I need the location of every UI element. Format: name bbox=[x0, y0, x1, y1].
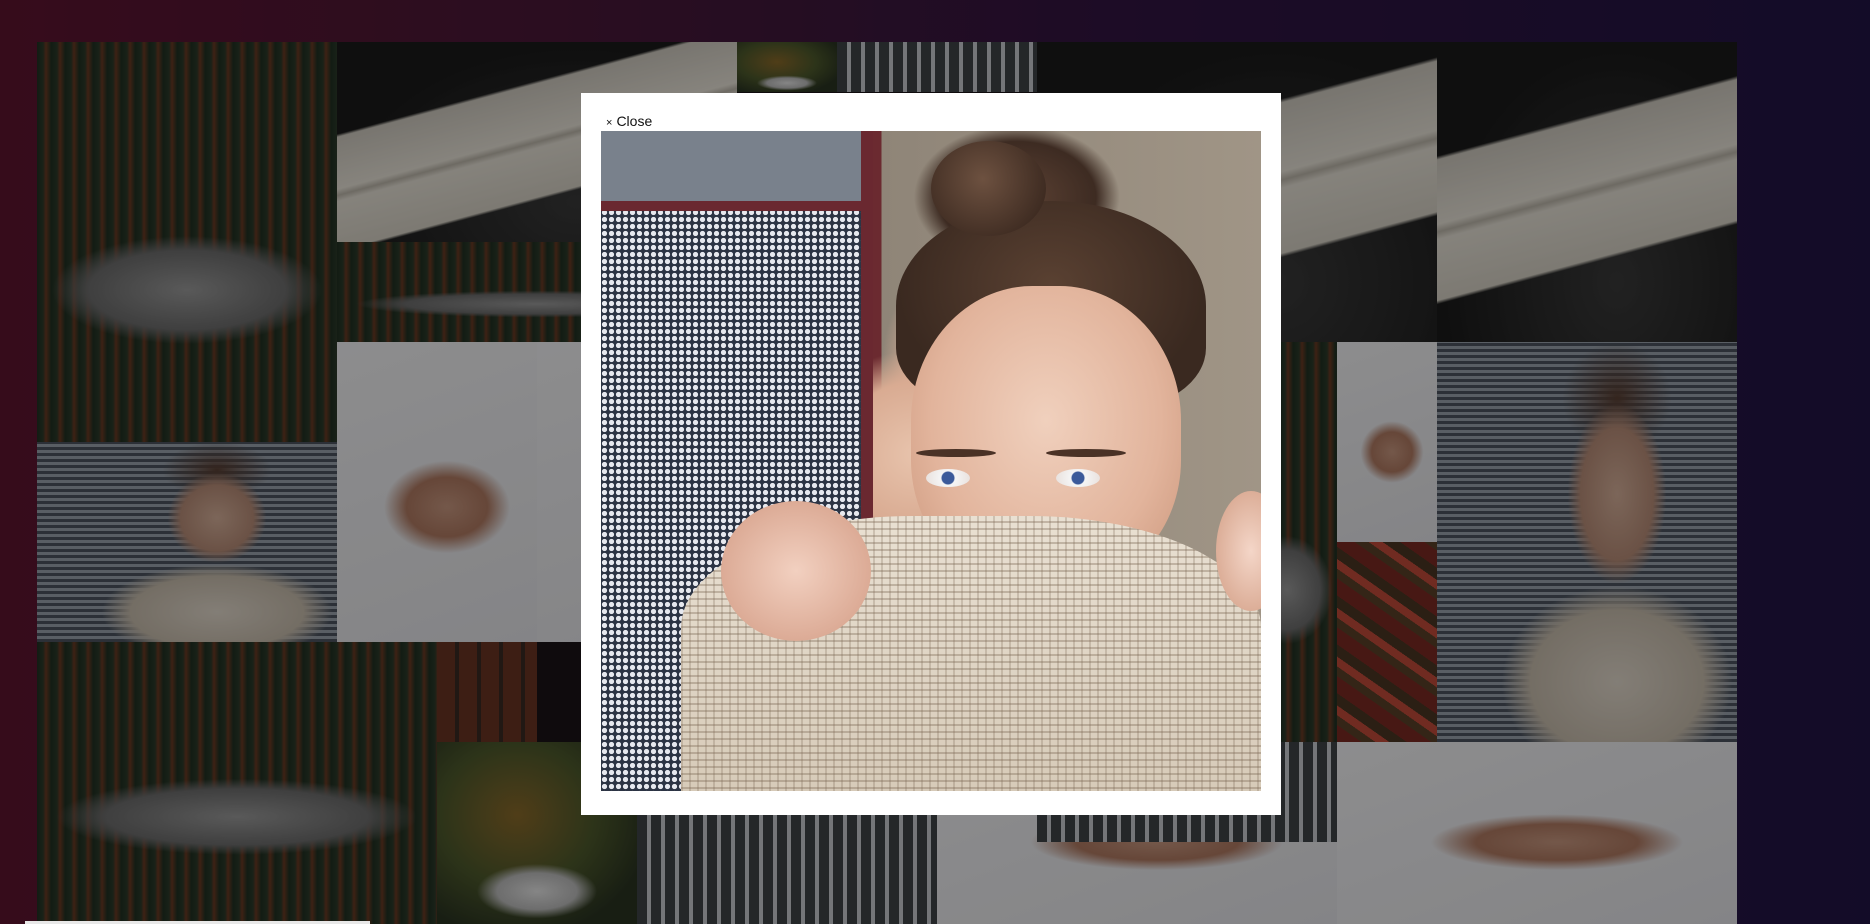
lightbox-dialog: × Close bbox=[581, 93, 1281, 815]
close-button[interactable]: × Close bbox=[606, 113, 652, 131]
close-icon: × bbox=[606, 117, 613, 129]
close-label: Close bbox=[616, 113, 653, 129]
lightbox-image bbox=[601, 131, 1261, 791]
